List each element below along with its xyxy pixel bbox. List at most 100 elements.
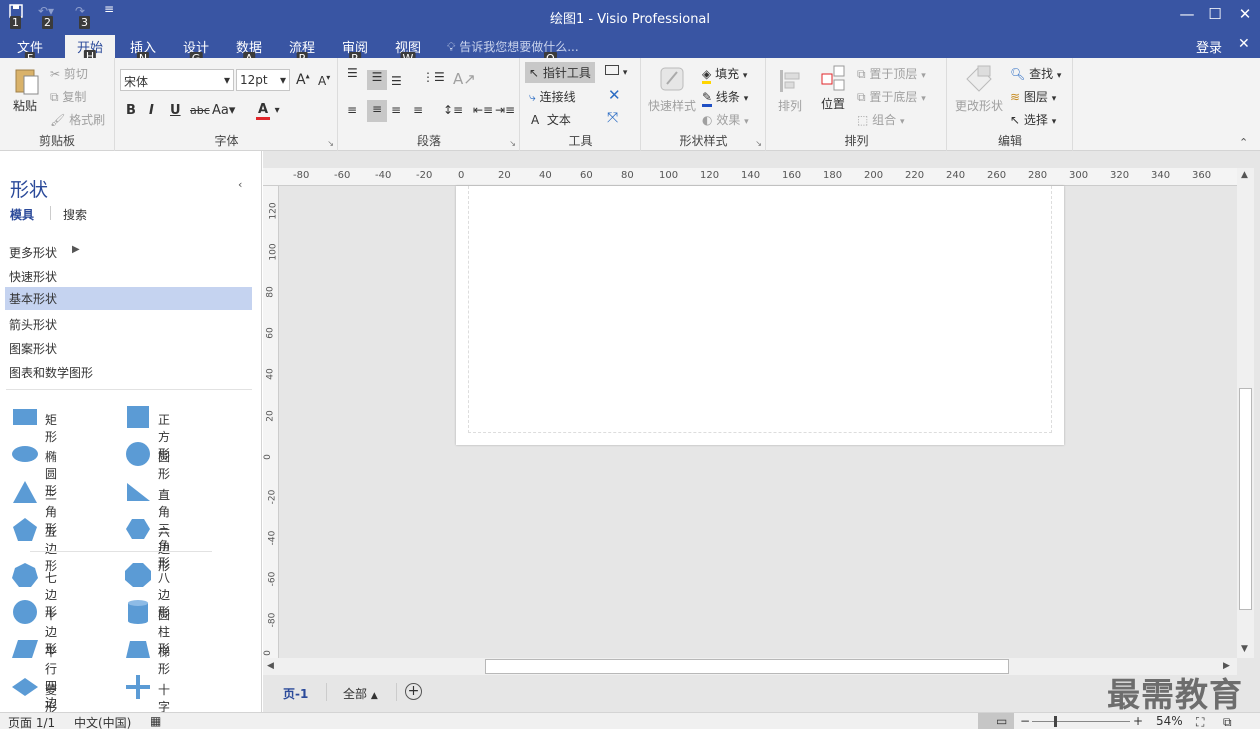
dialog-launcher-icon[interactable]: ↘ [755, 139, 762, 148]
tell-me-input[interactable]: 💡︎ 告诉我您想要做什么... Q [447, 38, 579, 65]
effects-button[interactable]: ◐ 效果 ▾ [702, 111, 749, 128]
scroll-up-icon[interactable]: ▲ [1241, 170, 1248, 180]
category-arrow-shapes[interactable]: 箭头形状 [9, 316, 57, 333]
minimize-button[interactable]: — [1172, 4, 1202, 26]
drawing-page[interactable] [456, 186, 1064, 445]
tab-search[interactable]: 搜索 [63, 206, 87, 223]
scroll-left-icon[interactable]: ◀ [267, 661, 274, 671]
visio-window: 1 ↶▾ 2 ↷ 3 ≡ 绘图1 - Visio Professional — … [0, 0, 1260, 729]
delete-connector-button[interactable]: ✕ [608, 86, 621, 104]
macro-icon[interactable]: ▦ [150, 714, 161, 728]
find-button[interactable]: 🔍︎ 查找 ▾ [1010, 65, 1061, 82]
paste-button[interactable]: 粘贴 [12, 66, 42, 113]
group-button[interactable]: ⬚ 组合 ▾ [857, 111, 905, 128]
strikethrough-button[interactable]: abc [190, 104, 210, 117]
drawing-canvas[interactable]: -80 -60 -40 -20 0 20 40 60 80 100 120 14… [263, 151, 1260, 712]
bring-to-front-button[interactable]: ⧉ 置于顶层 ▾ [857, 65, 926, 82]
connector-button[interactable]: ⤷ 连接线 [529, 88, 576, 105]
align-right-button[interactable]: ≡ [391, 103, 401, 117]
position-button[interactable]: 位置 [817, 64, 849, 112]
align-left-button[interactable]: ≡ [347, 103, 357, 117]
bullets-button[interactable]: ⋮☰ [422, 70, 445, 84]
copy-button[interactable]: ⧉ 复制 [50, 88, 86, 105]
font-name-dropdown[interactable]: 宋体 ▾ [120, 69, 234, 91]
fill-button[interactable]: ◈ 填充 ▾ [702, 65, 747, 84]
connection-point-button[interactable]: ⤧ [607, 110, 618, 126]
login-link[interactable]: 登录 [1196, 37, 1222, 56]
tab-file[interactable]: 文件F [17, 37, 43, 65]
presentation-mode-button[interactable]: ▭ [978, 713, 1014, 729]
rectangle-tool-button[interactable]: ▾ [605, 64, 627, 78]
effects-label: 效果 [716, 113, 741, 127]
page-tab-1[interactable]: 页-1 [283, 685, 308, 702]
font-color-button[interactable]: A ▾ [256, 102, 280, 120]
send-to-back-button[interactable]: ⧉ 置于底层 ▾ [857, 88, 926, 105]
page-tab-divider [326, 683, 327, 701]
category-quick-shapes[interactable]: 快速形状 [9, 268, 57, 285]
pointer-tool-button[interactable]: ↖ 指针工具 [525, 62, 595, 83]
shrink-font-button[interactable]: A▾ [318, 73, 330, 88]
copy-icon: ⧉ [50, 90, 59, 104]
tab-review[interactable]: 审阅R [342, 37, 368, 65]
scroll-down-icon[interactable]: ▼ [1241, 644, 1248, 654]
dialog-launcher-icon[interactable]: ↘ [509, 139, 516, 148]
horizontal-scroll-thumb[interactable] [485, 659, 1009, 674]
close-button[interactable]: ✕ [1230, 4, 1260, 26]
zoom-slider-thumb[interactable] [1054, 716, 1057, 727]
grow-font-button[interactable]: A▴ [296, 71, 310, 88]
diamond-shape-icon [12, 678, 38, 696]
zoom-slider-track[interactable] [1032, 721, 1130, 722]
align-top-button[interactable]: ☰ [347, 66, 358, 80]
quick-styles-button[interactable]: 快速样式 [648, 64, 696, 114]
bold-button[interactable]: B [126, 103, 136, 118]
horizontal-scrollbar[interactable]: ◀ ▶ [263, 658, 1237, 675]
select-button[interactable]: ↖ 选择 ▾ [1010, 111, 1056, 128]
tab-view[interactable]: 视图W [395, 37, 421, 65]
align-middle-button[interactable]: ☰ [367, 70, 387, 90]
cut-label: 剪切 [63, 67, 88, 81]
vertical-scroll-thumb[interactable] [1239, 388, 1252, 610]
zoom-level[interactable]: 54% [1156, 714, 1183, 728]
format-painter-button[interactable]: 🖌︎ 格式刷 [50, 111, 105, 128]
decrease-indent-button[interactable]: ⇤≡ [473, 103, 493, 117]
change-shape-button[interactable]: 更改形状 [954, 64, 1004, 114]
tab-process[interactable]: 流程P [289, 37, 315, 65]
close-document-button[interactable]: ✕ [1238, 36, 1250, 52]
align-center-button[interactable]: ≡ [367, 100, 387, 122]
dialog-launcher-icon[interactable]: ↘ [327, 139, 334, 148]
vertical-scrollbar[interactable]: ▲ ▼ [1237, 168, 1254, 658]
language-indicator[interactable]: 中文(中国) [74, 714, 131, 729]
increase-indent-button[interactable]: ⇥≡ [495, 103, 515, 117]
text-direction-button[interactable]: A↗ [453, 70, 476, 88]
collapse-ribbon-button[interactable]: ⌃ [1239, 136, 1248, 149]
italic-button[interactable]: I [149, 103, 154, 118]
page-count[interactable]: 页面 1/1 [8, 714, 55, 729]
align-button[interactable]: 排列 [777, 68, 803, 114]
zoom-in-button[interactable]: + [1133, 714, 1143, 728]
add-page-button[interactable]: + [405, 683, 422, 700]
trapezoid-shape-icon [126, 641, 150, 658]
tab-insert[interactable]: 插入N [130, 37, 156, 65]
tab-data[interactable]: 数据A [236, 37, 262, 65]
tab-home[interactable]: 开始 H [65, 35, 116, 63]
category-pattern-shapes[interactable]: 图案形状 [9, 340, 57, 357]
cut-button[interactable]: ✂ 剪切 [50, 65, 88, 82]
collapse-pane-button[interactable]: ‹ [238, 178, 242, 191]
font-size-dropdown[interactable]: 12pt ▾ [236, 69, 290, 91]
tab-design[interactable]: 设计G [183, 37, 209, 65]
underline-button[interactable]: U [170, 103, 181, 118]
category-more-shapes[interactable]: 更多形状 ▶ [9, 244, 80, 261]
line-button[interactable]: ✎ 线条 ▾ [702, 88, 748, 107]
layers-button[interactable]: ≋ 图层 ▾ [1010, 88, 1056, 105]
zoom-out-button[interactable]: − [1020, 714, 1030, 728]
justify-button[interactable]: ≡ [413, 103, 423, 117]
line-spacing-button[interactable]: ↕≡ [443, 103, 463, 117]
category-basic-shapes[interactable]: 基本形状 [5, 287, 252, 310]
maximize-button[interactable]: ☐ [1200, 4, 1230, 26]
all-pages-button[interactable]: 全部 ▲ [343, 685, 378, 702]
change-case-button[interactable]: Aa▾ [212, 103, 235, 118]
tab-stencils[interactable]: 模具 [10, 206, 34, 223]
align-bottom-button[interactable]: ☰ [391, 74, 402, 88]
text-tool-button[interactable]: A 文本 [531, 111, 571, 128]
category-chart-math-shapes[interactable]: 图表和数学图形 [9, 364, 93, 381]
